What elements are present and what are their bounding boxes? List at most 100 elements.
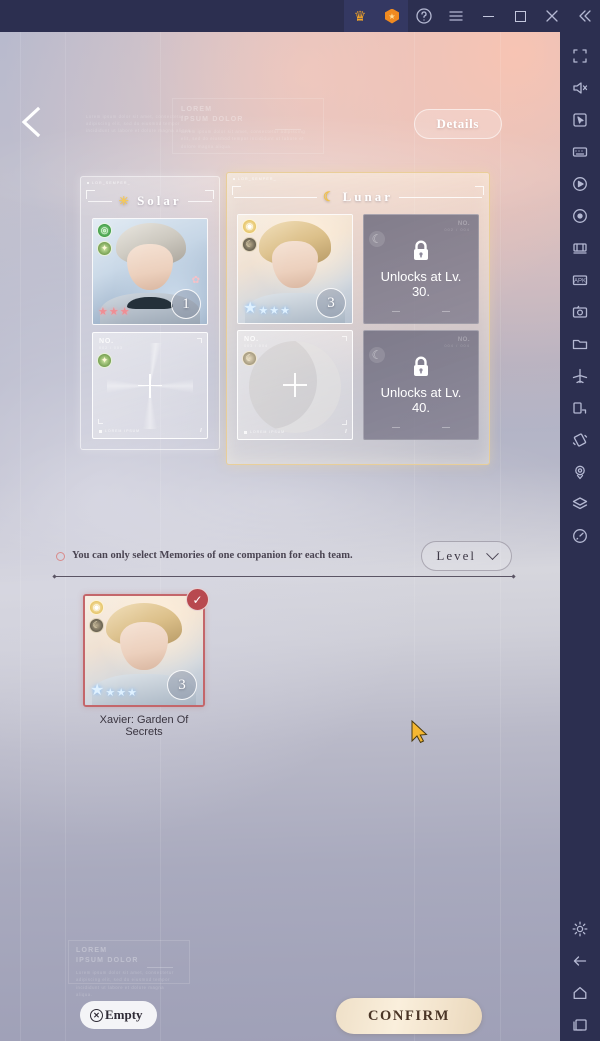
lunar-panel-title: Lunar <box>342 189 394 204</box>
star-icon: ★ <box>269 305 280 317</box>
lunar-slot-foot-label: LOREM IPSUM <box>250 430 286 434</box>
screenshot-icon[interactable] <box>560 296 600 328</box>
solar-panel-header: ☀ Solar <box>88 190 213 212</box>
keymapping-icon[interactable] <box>560 136 600 168</box>
shake-icon[interactable] <box>560 424 600 456</box>
screen-record-icon[interactable] <box>560 200 600 232</box>
location-icon[interactable] <box>560 456 600 488</box>
layers-icon[interactable] <box>560 488 600 520</box>
mute-icon[interactable] <box>560 72 600 104</box>
lunar-header-rule-left <box>234 196 317 198</box>
decor-watermark-top-subtitle: IPSUM DOLOR <box>181 116 244 124</box>
add-memory-plus-icon[interactable] <box>138 373 162 398</box>
empty-button[interactable]: ✕ Empty <box>80 1001 157 1029</box>
moon-tan-badge: ☾ <box>242 351 257 366</box>
selected-check-icon[interactable]: ✓ <box>186 588 209 611</box>
lock-dash-right <box>442 311 450 312</box>
decor-watermark-top-body: Lorem ipsum dolor sit amet, consectetur … <box>181 129 306 149</box>
mouse-cursor <box>411 719 428 744</box>
menu-icon[interactable] <box>440 0 472 32</box>
moon-icon: ☾ <box>322 189 338 204</box>
lock-dash-left <box>392 427 400 428</box>
folder-icon[interactable] <box>560 328 600 360</box>
star-icon: ★ <box>127 687 137 699</box>
sun-gold-badge: ◉ <box>89 600 104 615</box>
multi-instance-icon[interactable] <box>560 232 600 264</box>
solar-memory-stars: ★ ★ ★ <box>98 307 130 318</box>
star-icon: ★ <box>243 300 258 317</box>
lock-icon <box>414 356 428 376</box>
lunar-locked-card-lv30[interactable]: ☾ NO. 002 / 004 Unlocks at Lv. 30. <box>363 214 479 324</box>
lunar-tag-label: LOR_SEMPER_ <box>238 177 277 181</box>
slot-footer-tail: /// <box>199 428 202 434</box>
locked-no-sub: 002 / 004 <box>444 227 470 232</box>
solar-empty-slot[interactable]: NO. 002 / 003 ✦ LOREM IPSUM /// <box>92 332 208 439</box>
lunar-panel-tag: LOR_SEMPER_ <box>233 177 277 181</box>
selected-memory-card[interactable]: ◉ ☾ ★ ★ ★ ★ 3 <box>83 594 205 707</box>
lunar-panel-title-group: ☾ Lunar <box>323 189 393 205</box>
lunar-locked-card-lv40[interactable]: ☾ NO. 004 / 004 Unlocks at Lv. 40. <box>363 330 479 440</box>
selected-memory-item[interactable]: ◉ ☾ ★ ★ ★ ★ 3 Xavier: Garden Of Secrets <box>83 594 205 738</box>
fullscreen-icon[interactable] <box>560 40 600 72</box>
collapse-icon[interactable] <box>568 0 600 32</box>
solar-tag-label: LOR_SEMPER_ <box>92 181 131 185</box>
level-filter-label: Level <box>436 548 476 563</box>
solar-slot-sub: 002 / 003 <box>99 344 123 350</box>
locked-no-sub: 004 / 004 <box>444 343 470 348</box>
solar-slot-foot-label: LOREM IPSUM <box>105 429 141 433</box>
locked-slot-number-lv30: NO. 002 / 004 <box>444 221 470 232</box>
help-icon[interactable] <box>408 0 440 32</box>
lunar-slot-footer: LOREM IPSUM /// <box>244 429 347 435</box>
minimize-icon[interactable] <box>472 0 504 32</box>
star-icon: ★ <box>108 306 119 318</box>
shield-icon[interactable]: ★ <box>376 0 408 32</box>
back-chevron-icon[interactable] <box>16 104 46 140</box>
confirm-button[interactable]: CONFIRM <box>336 998 482 1034</box>
notice-divider <box>56 576 512 577</box>
decor-watermark-bottom-title: LOREM <box>76 947 108 954</box>
solar-panel-title: Solar <box>137 193 182 208</box>
decor-watermark-bottom-body: Lorem ipsum dolor sit amet, consectetur … <box>76 970 174 997</box>
slot-footer-tail: /// <box>344 429 347 435</box>
maximize-icon[interactable] <box>504 0 536 32</box>
app-root: ♛ ★ APK Lorem ipsum dolor sit amet, cons… <box>0 0 600 1041</box>
macro-record-icon[interactable] <box>560 168 600 200</box>
selected-memory-level: 3 <box>167 670 197 700</box>
lunar-memory-card[interactable]: ◉ ☾ ★ ★ ★ ★ 3 <box>237 214 353 324</box>
lunar-memory-level: 3 <box>316 288 346 318</box>
solar-memory-level: 1 <box>171 289 201 319</box>
lunar-memory-stars: ★ ★ ★ ★ <box>243 301 290 317</box>
lunar-tag-dot <box>233 178 235 180</box>
home-icon[interactable] <box>560 977 600 1009</box>
solar-slot-number: NO. 002 / 003 <box>99 338 123 350</box>
solar-slot-footer: LOREM IPSUM /// <box>99 428 202 434</box>
recents-icon[interactable] <box>560 1009 600 1041</box>
moon-gray-badge: ☾ <box>369 231 385 247</box>
lunar-panel-header: ☾ Lunar <box>234 186 482 208</box>
cursor-tool-icon[interactable] <box>560 104 600 136</box>
back-icon[interactable] <box>560 945 600 977</box>
close-icon[interactable] <box>536 0 568 32</box>
settings-icon[interactable] <box>560 913 600 945</box>
sun-green-badge: ✦ <box>97 241 112 256</box>
apk-install-icon[interactable]: APK <box>560 264 600 296</box>
lunar-empty-slot[interactable]: NO. 003 / 004 ☾ LOREM IPSUM /// <box>237 330 353 440</box>
notice-text: You can only select Memories of one comp… <box>72 549 353 561</box>
decor-watermark-rule <box>275 129 301 130</box>
solar-panel: LOR_SEMPER_ ☀ Solar ◎ ✦ ✿ ★ ★ ★ 1 NO. 00… <box>80 176 220 450</box>
eco-mode-icon[interactable] <box>560 360 600 392</box>
performance-icon[interactable] <box>560 520 600 552</box>
crown-icon[interactable]: ♛ <box>344 0 376 32</box>
lock-dash-right <box>442 427 450 428</box>
star-icon: ★ <box>98 306 108 318</box>
slot-footer-square <box>99 429 102 433</box>
level-filter-dropdown[interactable]: Level <box>421 541 512 571</box>
svg-text:APK: APK <box>574 278 586 284</box>
rotate-screen-icon[interactable] <box>560 392 600 424</box>
sun-icon: ☀ <box>118 193 133 208</box>
add-memory-plus-icon[interactable] <box>283 373 307 397</box>
slot-corner-tr <box>197 338 202 343</box>
solar-memory-card[interactable]: ◎ ✦ ✿ ★ ★ ★ 1 <box>92 218 208 325</box>
details-button[interactable]: Details <box>413 109 502 139</box>
star-icon: ★ <box>258 305 269 317</box>
